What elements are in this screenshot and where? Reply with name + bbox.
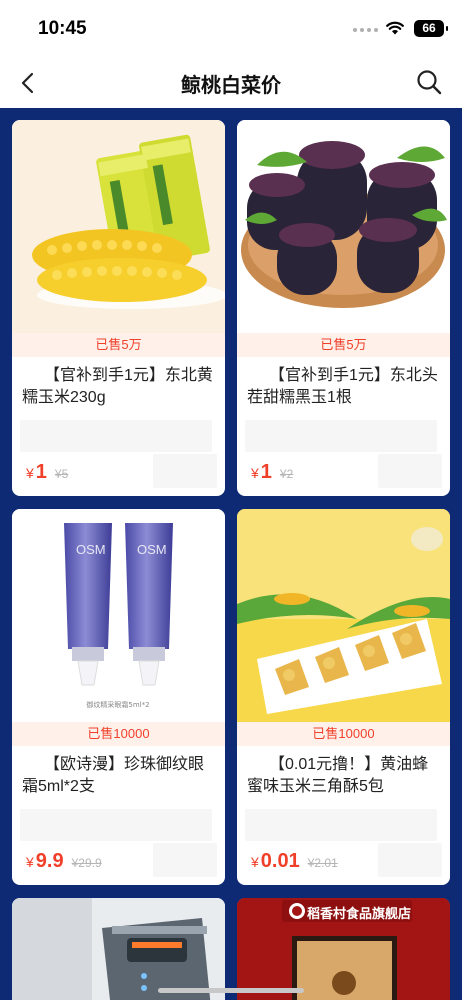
nav-bar: 鲸桃白菜价	[0, 58, 462, 108]
status-time: 10:45	[38, 18, 87, 39]
search-icon[interactable]	[414, 67, 444, 97]
tube-label: OSM	[137, 542, 167, 557]
product-image-corn-crisp	[237, 509, 450, 722]
home-indicator	[158, 988, 304, 993]
product-image-black-corn	[237, 120, 450, 333]
product-title: 【欧诗漫】珍珠御纹眼霜5ml*2支	[22, 756, 205, 795]
loading-placeholder	[153, 843, 217, 877]
sold-count: 已售5万	[237, 333, 450, 357]
loading-placeholder	[378, 454, 442, 488]
product-image-yellow-corn	[12, 120, 225, 333]
price: ¥0.01	[251, 850, 300, 872]
product-card[interactable]	[12, 898, 225, 1000]
status-bar: 10:45 66	[0, 0, 462, 58]
product-image-hair-clipper	[12, 898, 225, 1000]
price-row: ¥1 ¥2	[251, 461, 293, 484]
loading-placeholder	[20, 420, 212, 452]
original-price: ¥2	[279, 467, 294, 481]
original-price: ¥5	[54, 467, 69, 481]
price: ¥1	[251, 461, 272, 483]
signal-dots-icon	[353, 28, 378, 32]
tube-caption: 御纹精采眼霜5ml*2	[86, 700, 149, 709]
product-title: 【官补到手1元】东北黄糯玉米230g	[22, 367, 213, 406]
product-image-eye-cream: OSM OSM 御纹精采眼霜5ml*2	[12, 509, 225, 722]
product-grid: 已售5万 【官补到手1元】东北黄糯玉米230g ¥1 ¥5 已售5万 【官补到手…	[12, 120, 450, 1000]
product-card[interactable]: 已售5万 【官补到手1元】东北头茬甜糯黑玉1根 ¥1 ¥2	[237, 120, 450, 496]
original-price: ¥2.01	[307, 856, 338, 870]
tube-label: OSM	[76, 542, 106, 557]
price-row: ¥0.01 ¥2.01	[251, 850, 338, 873]
price-row: ¥1 ¥5	[26, 461, 68, 484]
product-card[interactable]: OSM OSM 御纹精采眼霜5ml*2 已售10000 【欧诗漫】珍珠御纹眼霜5…	[12, 509, 225, 885]
product-title: 【官补到手1元】东北头茬甜糯黑玉1根	[247, 367, 438, 406]
product-grid-area: 已售5万 【官补到手1元】东北黄糯玉米230g ¥1 ¥5 已售5万 【官补到手…	[0, 108, 462, 1000]
price: ¥9.9	[26, 850, 64, 872]
product-card[interactable]: 稻香村食品旗舰店	[237, 898, 450, 1000]
product-image-mooncake: 稻香村食品旗舰店	[237, 898, 450, 1000]
product-card[interactable]: 已售10000 【0.01元撸！】黄油蜂蜜味玉米三角酥5包 ¥0.01 ¥2.0…	[237, 509, 450, 885]
sold-count: 已售10000	[12, 722, 225, 746]
original-price: ¥29.9	[71, 856, 102, 870]
store-name: 稻香村食品旗舰店	[307, 906, 412, 921]
loading-placeholder	[378, 843, 442, 877]
loading-placeholder	[245, 420, 437, 452]
wifi-icon	[386, 21, 404, 35]
page-title: 鲸桃白菜价	[181, 75, 281, 97]
product-card[interactable]: 已售5万 【官补到手1元】东北黄糯玉米230g ¥1 ¥5	[12, 120, 225, 496]
price: ¥1	[26, 461, 47, 483]
price-row: ¥9.9 ¥29.9	[26, 850, 102, 873]
loading-placeholder	[245, 809, 437, 841]
sold-count: 已售5万	[12, 333, 225, 357]
sold-count: 已售10000	[237, 722, 450, 746]
battery-icon: 66	[414, 20, 448, 37]
product-title: 【0.01元撸！】黄油蜂蜜味玉米三角酥5包	[247, 756, 429, 795]
loading-placeholder	[153, 454, 217, 488]
loading-placeholder	[20, 809, 212, 841]
